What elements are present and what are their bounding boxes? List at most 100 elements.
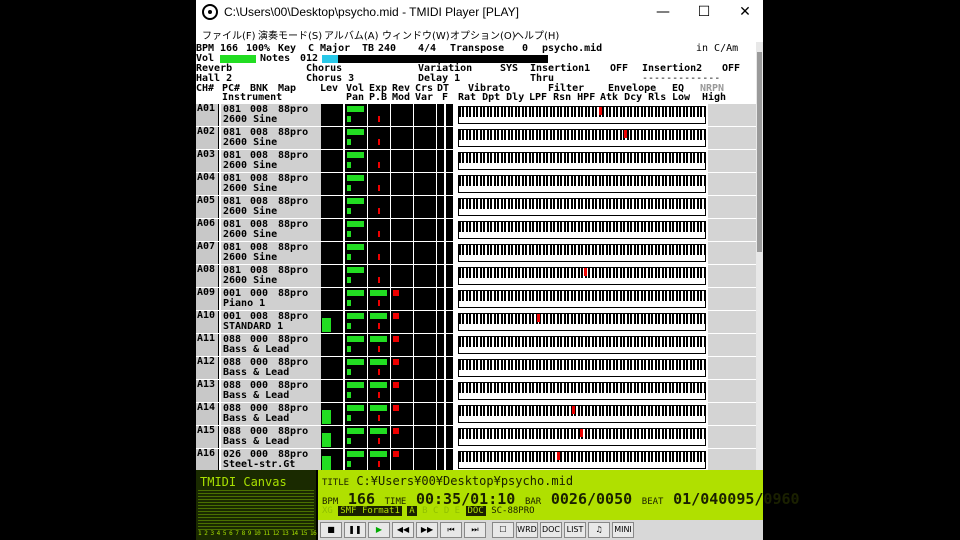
channel-row[interactable]: A02 081 008 88pro 2600 Sine — [196, 127, 756, 150]
channel-row[interactable]: A09 001 000 88pro Piano 1 — [196, 288, 756, 311]
vol-pan-meter — [345, 403, 367, 425]
f-meter — [446, 380, 453, 402]
maximize-button[interactable]: ☐ — [692, 3, 716, 21]
eq-nrpn-cell — [708, 196, 756, 218]
crs-var-meter — [414, 265, 436, 287]
stop-button[interactable]: ■ — [320, 522, 342, 538]
pan-indicator — [347, 185, 351, 191]
f-meter — [446, 219, 453, 241]
col-envelope-sub: Atk Dcy Rls — [600, 92, 667, 103]
channel-row[interactable]: A05 081 008 88pro 2600 Sine — [196, 196, 756, 219]
piano-keyboard — [458, 152, 706, 170]
fast-forward-button[interactable]: ▶▶ — [416, 522, 438, 538]
menu-window[interactable]: ウィンドウ(W) — [382, 27, 450, 42]
volume-fill — [347, 405, 364, 411]
expression-fill — [370, 359, 387, 365]
piano-keyboard — [458, 290, 706, 308]
channel-number: A13 — [197, 379, 216, 390]
map-name: 88pro — [278, 127, 309, 138]
map-name: 88pro — [278, 173, 309, 184]
channel-number-cell: A11 — [196, 334, 219, 356]
col-vibrato-sub: Rat Dpt Dly — [458, 92, 525, 103]
channel-row[interactable]: A12 088 000 88pro Bass & Lead — [196, 357, 756, 380]
menu-options[interactable]: オプション(O) — [450, 27, 516, 42]
vol-pan-meter — [345, 242, 367, 264]
menu-play-mode[interactable]: 演奏モード(S) — [258, 27, 322, 42]
music-button[interactable]: ♫ — [588, 522, 610, 538]
pan-indicator — [347, 139, 351, 145]
minimize-button[interactable]: — — [651, 3, 675, 21]
window-button[interactable]: ☐ — [492, 522, 514, 538]
list-button[interactable]: LIST — [564, 522, 586, 538]
dt-meter — [437, 219, 444, 241]
channel-row[interactable]: A11 088 000 88pro Bass & Lead — [196, 334, 756, 357]
menu-help[interactable]: ヘルプ(H) — [514, 27, 559, 42]
channel-row[interactable]: A14 088 000 88pro Bass & Lead — [196, 403, 756, 426]
channel-row[interactable]: A13 088 000 88pro Bass & Lead — [196, 380, 756, 403]
eq-nrpn-cell — [708, 403, 756, 425]
channel-number: A12 — [197, 356, 216, 367]
pan-indicator — [347, 392, 351, 398]
rev-mod-meter — [391, 265, 413, 287]
map-name: 88pro — [278, 150, 309, 161]
channel-number-cell: A16 — [196, 449, 219, 470]
channel-number-cell: A09 — [196, 288, 219, 310]
wrd-button[interactable]: WRD — [516, 522, 538, 538]
channel-row[interactable]: A03 081 008 88pro 2600 Sine — [196, 150, 756, 173]
scroll-thumb[interactable] — [757, 52, 762, 252]
crs-var-meter — [414, 426, 436, 448]
close-button[interactable]: ✕ — [733, 3, 757, 21]
tb-label: TB — [362, 43, 375, 54]
channel-row[interactable]: A08 081 008 88pro 2600 Sine — [196, 265, 756, 288]
vol-pan-meter — [345, 334, 367, 356]
pitchbend-indicator — [378, 162, 380, 168]
rewind-button[interactable]: ◀◀ — [392, 522, 414, 538]
channel-row[interactable]: A01 081 008 88pro 2600 Sine — [196, 104, 756, 127]
previous-button[interactable]: ⏮ — [440, 522, 462, 538]
exp-pb-meter — [368, 242, 390, 264]
channel-number: A02 — [197, 126, 216, 137]
exp-pb-meter — [368, 173, 390, 195]
program-info: 088 000 88pro Bass & Lead — [221, 357, 321, 379]
eq-nrpn-cell — [708, 127, 756, 149]
channel-row[interactable]: A15 088 000 88pro Bass & Lead — [196, 426, 756, 449]
program-info: 081 008 88pro 2600 Sine — [221, 265, 321, 287]
channel-row[interactable]: A07 081 008 88pro 2600 Sine — [196, 242, 756, 265]
channel-number-cell: A03 — [196, 150, 219, 172]
vertical-scrollbar[interactable] — [756, 42, 763, 470]
instrument-name: 2600 Sine — [223, 183, 278, 194]
rev-mod-meter — [391, 150, 413, 172]
eq-nrpn-cell — [708, 265, 756, 287]
channel-number: A08 — [197, 264, 216, 275]
dt-meter — [437, 196, 444, 218]
piano-keyboard — [458, 451, 706, 469]
mini-button[interactable]: MINI — [612, 522, 634, 538]
crs-var-meter — [414, 449, 436, 470]
pitchbend-indicator — [378, 116, 380, 122]
eq-nrpn-cell — [708, 426, 756, 448]
channel-row[interactable]: A16 026 000 88pro Steel-str.Gt — [196, 449, 756, 470]
channel-row[interactable]: A10 001 008 88pro STANDARD 1 — [196, 311, 756, 334]
doc-button[interactable]: DOC — [540, 522, 562, 538]
level-meter — [321, 242, 343, 264]
program-info: 001 000 88pro Piano 1 — [221, 288, 321, 310]
channel-number: A06 — [197, 218, 216, 229]
level-meter — [321, 380, 343, 402]
exp-pb-meter — [368, 403, 390, 425]
program-info: 088 000 88pro Bass & Lead — [221, 426, 321, 448]
crs-var-meter — [414, 196, 436, 218]
eq-nrpn-cell — [708, 288, 756, 310]
pitchbend-indicator — [378, 208, 380, 214]
rev-mod-meter — [391, 403, 413, 425]
menu-file[interactable]: ファイル(F) — [202, 27, 256, 42]
channel-row[interactable]: A04 081 008 88pro 2600 Sine — [196, 173, 756, 196]
channel-row[interactable]: A06 081 008 88pro 2600 Sine — [196, 219, 756, 242]
play-button[interactable]: ▶ — [368, 522, 390, 538]
pan-indicator — [347, 323, 351, 329]
channel-number-cell: A15 — [196, 426, 219, 448]
pause-button[interactable]: ❚❚ — [344, 522, 366, 538]
channel-number: A03 — [197, 149, 216, 160]
next-button[interactable]: ⏭ — [464, 522, 486, 538]
lcd-title-label: TITLE — [322, 478, 350, 488]
menu-album[interactable]: アルバム(A) — [324, 27, 379, 42]
